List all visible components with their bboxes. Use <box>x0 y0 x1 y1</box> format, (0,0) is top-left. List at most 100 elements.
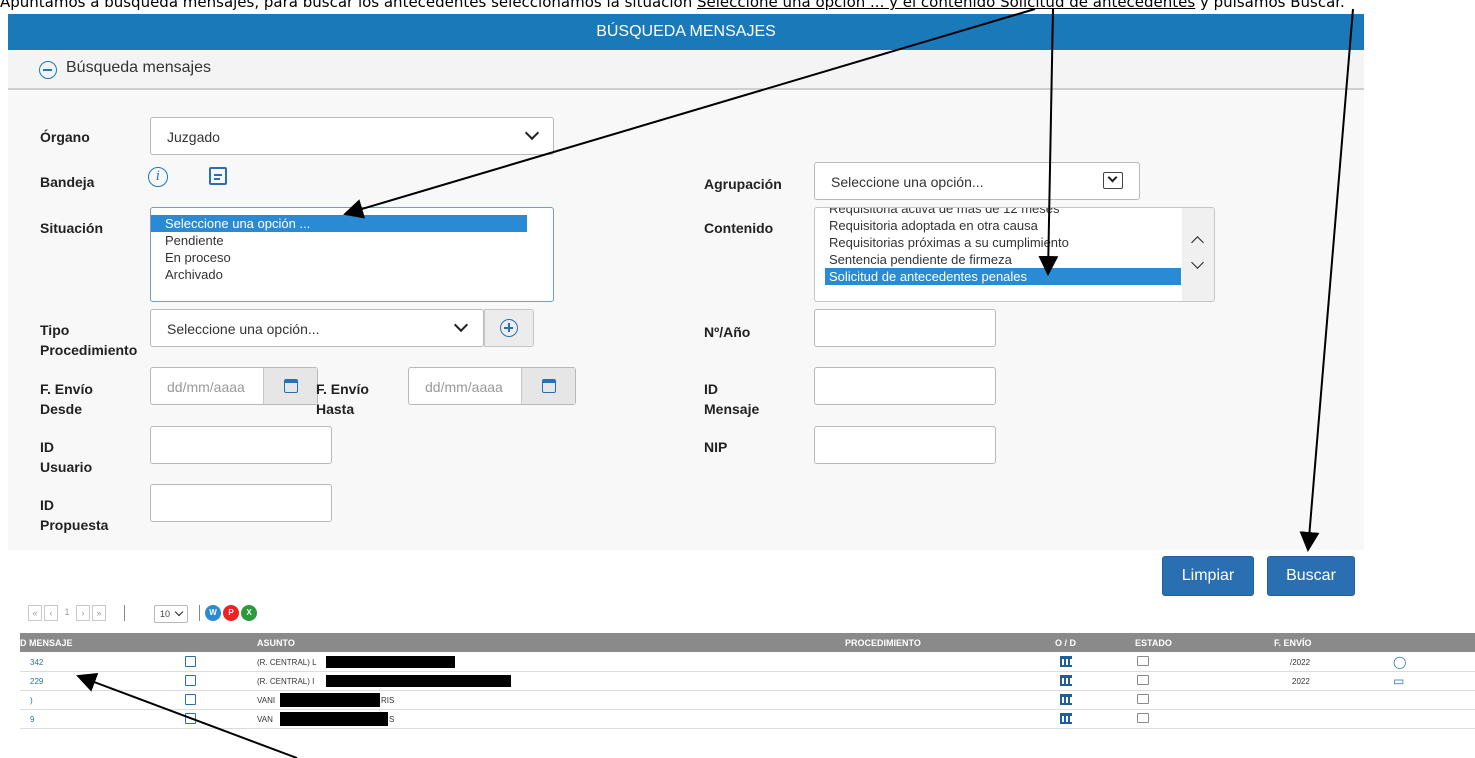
organo-select[interactable]: Juzgado <box>150 117 554 155</box>
limpiar-button[interactable]: Limpiar <box>1162 556 1254 596</box>
column-header[interactable]: F. ENVÍO <box>1274 638 1312 648</box>
tipo-label-line2: Procedimiento <box>40 342 138 358</box>
column-header[interactable]: ESTADO <box>1135 638 1172 648</box>
id-usuario-input[interactable] <box>150 426 332 464</box>
listbox-scrollbar[interactable] <box>1182 208 1214 301</box>
column-header[interactable]: O / D <box>1055 638 1076 648</box>
numero-input[interactable] <box>814 309 996 347</box>
message-id-link[interactable]: 9 <box>30 715 34 724</box>
info-icon[interactable]: i <box>148 167 168 187</box>
message-id-link[interactable]: 229 <box>30 677 43 686</box>
situacion-option[interactable]: Pendiente <box>151 232 553 249</box>
date-placeholder: dd/mm/aaaa <box>167 379 245 395</box>
tipo-value: Seleccione una opción... <box>167 321 320 337</box>
add-procedure-button[interactable] <box>484 309 534 347</box>
court-icon <box>1060 656 1072 667</box>
contenido-option[interactable]: Requisitoria activa de más de 12 meses <box>825 208 1181 217</box>
row-date: /2022 <box>1290 658 1311 667</box>
section-title: Búsqueda mensajes <box>66 59 211 76</box>
table-row[interactable]: 9 VAN S <box>20 710 1475 729</box>
edit-icon[interactable] <box>185 675 196 686</box>
redaction-bar <box>280 712 388 726</box>
pagination: « ‹ 1 › » 10 W P X <box>28 605 328 623</box>
chevron-down-icon <box>453 317 469 333</box>
edit-icon[interactable] <box>209 167 227 185</box>
contenido-listbox[interactable]: Requisitoria activa de más de 12 meses R… <box>814 207 1215 302</box>
dropdown-button[interactable] <box>1103 172 1123 189</box>
message-id-link[interactable]: 342 <box>30 658 43 667</box>
column-header[interactable]: D MENSAJE <box>20 638 73 648</box>
situacion-option[interactable]: Seleccione una opción ... <box>151 215 527 232</box>
row-subject: VAN <box>257 715 273 724</box>
next-page-button[interactable]: › <box>76 605 90 621</box>
table-row[interactable]: 229 (R. CENTRAL) I 2022 ▭ <box>20 672 1475 691</box>
check-circle-icon[interactable]: ◯ <box>1393 655 1406 669</box>
fenvio-hasta-label: F. Envío Hasta <box>316 379 369 419</box>
court-icon <box>1060 713 1072 724</box>
fenvio-desde-label: F. Envío Desde <box>40 379 93 419</box>
prev-page-button[interactable]: ‹ <box>44 605 58 621</box>
column-header[interactable]: PROCEDIMIENTO <box>845 638 921 648</box>
id-mensaje-line1: ID <box>704 381 718 397</box>
table-row[interactable]: 342 (R. CENTRAL) L /2022 ◯ <box>20 653 1475 672</box>
collapse-icon[interactable] <box>39 61 57 79</box>
id-mensaje-label: ID Mensaje <box>704 379 759 419</box>
contenido-option[interactable]: Sentencia pendiente de firmeza <box>825 251 1181 268</box>
table-row[interactable]: ) VANI RIS <box>20 691 1475 710</box>
last-page-button[interactable]: » <box>92 605 106 621</box>
calendar-button[interactable] <box>263 368 317 404</box>
row-subject-tail: S <box>389 715 395 724</box>
chevron-down-icon <box>524 125 540 141</box>
plus-icon <box>500 319 518 337</box>
search-section-bar[interactable]: Búsqueda mensajes <box>8 50 1364 90</box>
buscar-button[interactable]: Buscar <box>1267 556 1355 596</box>
calendar-button[interactable] <box>521 368 575 404</box>
contenido-option[interactable]: Requisitoria adoptada en otra causa <box>825 217 1181 234</box>
tipo-label-line1: Tipo <box>40 322 70 338</box>
nip-input[interactable] <box>814 426 996 464</box>
fenvio-desde-line1: F. Envío <box>40 381 93 397</box>
page-size-value: 10 <box>160 609 171 619</box>
row-date: 2022 <box>1292 677 1310 686</box>
situacion-listbox[interactable]: Seleccione una opción ... Pendiente En p… <box>150 207 554 302</box>
id-mensaje-line2: Mensaje <box>704 401 760 417</box>
export-doc-icon[interactable]: W <box>205 605 221 621</box>
edit-icon[interactable] <box>185 656 196 667</box>
agrupacion-select[interactable]: Seleccione una opción... <box>814 162 1140 200</box>
fenvio-hasta-input[interactable]: dd/mm/aaaa <box>408 367 576 405</box>
fenvio-desde-input[interactable]: dd/mm/aaaa <box>150 367 318 405</box>
export-excel-icon[interactable]: X <box>241 605 257 621</box>
contenido-option-selected[interactable]: Solicitud de antecedentes penales <box>825 268 1181 285</box>
column-header[interactable]: ASUNTO <box>257 638 295 648</box>
agrupacion-value: Seleccione una opción... <box>831 174 984 190</box>
envelope-icon <box>1137 694 1149 704</box>
id-propuesta-input[interactable] <box>150 484 332 522</box>
tipo-select[interactable]: Seleccione una opción... <box>150 309 484 347</box>
fenvio-hasta-line2: Hasta <box>316 401 355 417</box>
page-size-select[interactable]: 10 <box>154 605 188 623</box>
scroll-down-icon[interactable] <box>1191 256 1204 269</box>
envelope-icon <box>1137 656 1149 666</box>
situacion-option[interactable]: En proceso <box>151 249 553 266</box>
contenido-option[interactable]: Requisitorias próximas a su cumplimiento <box>825 234 1181 251</box>
row-subject: VANI <box>257 696 276 705</box>
date-placeholder: dd/mm/aaaa <box>425 379 503 395</box>
fenvio-desde-line2: Desde <box>40 401 83 417</box>
id-usuario-label: ID Usuario <box>40 437 92 477</box>
current-page[interactable]: 1 <box>60 605 74 621</box>
export-pdf-icon[interactable]: P <box>223 605 239 621</box>
situacion-label: Situación <box>40 220 104 236</box>
id-propuesta-label: ID Propuesta <box>40 495 108 535</box>
redaction-bar <box>326 675 511 687</box>
page-title: BÚSQUEDA MENSAJES <box>596 23 776 40</box>
edit-icon[interactable] <box>185 694 196 705</box>
situacion-option[interactable]: Archivado <box>151 266 553 283</box>
edit-icon[interactable] <box>185 713 196 724</box>
message-id-link[interactable]: ) <box>30 696 33 705</box>
chevron-down-icon <box>1107 172 1118 183</box>
first-page-button[interactable]: « <box>28 605 42 621</box>
envelope-icon <box>1137 675 1149 685</box>
id-mensaje-input[interactable] <box>814 367 996 405</box>
thumbs-down-icon[interactable]: ▭ <box>1393 674 1404 688</box>
scroll-up-icon[interactable] <box>1191 236 1204 249</box>
